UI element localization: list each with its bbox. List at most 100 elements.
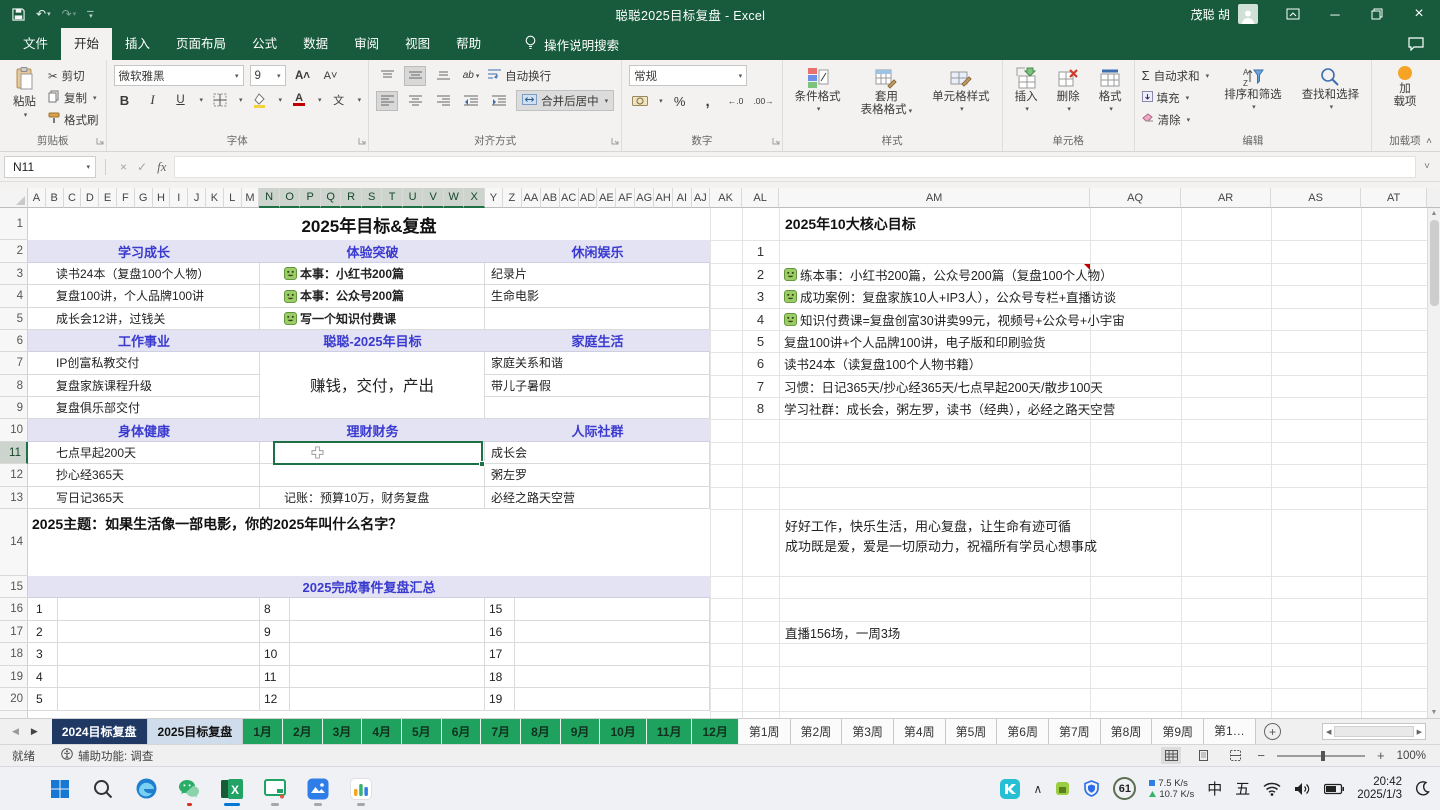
insert-function-icon[interactable]: fx [157,159,166,175]
cells-canvas[interactable]: 2025年目标&复盘学习成长体验突破休闲娱乐读书24本（复盘100个人物）本事：… [28,208,1427,718]
row-header-7[interactable]: 7 [0,352,28,375]
find-select-button[interactable]: 查找和选择▾ [1297,65,1365,115]
delete-cells-button[interactable]: 删除▾ [1052,65,1085,117]
decrease-indent-icon[interactable] [460,91,482,111]
battery-icon[interactable] [1324,783,1344,795]
normal-view-button[interactable] [1161,747,1181,764]
cell[interactable]: 七点早起200天 [28,442,260,464]
column-header-U[interactable]: U [403,188,424,208]
redo-button[interactable]: ↷▾ [62,7,77,21]
summary-empty-cell[interactable] [515,643,710,666]
column-header-AG[interactable]: AG [635,188,654,208]
sheet-tab-2[interactable]: 1月 [243,719,283,744]
zoom-in-icon[interactable]: + [1377,748,1385,763]
save-icon[interactable] [12,8,25,21]
cell[interactable]: 写日记365天 [28,487,260,509]
row-header-1[interactable]: 1 [0,208,28,240]
merged-goal-cell[interactable]: 赚钱，交付，产出 [260,352,485,419]
row-header-11[interactable]: 11 [0,442,28,464]
phonetic-icon[interactable]: 文 [328,90,350,110]
ime-layout-indicator[interactable]: 五 [1235,778,1250,799]
align-top-icon[interactable] [376,66,398,86]
summary-number-cell[interactable]: 9 [260,621,290,643]
volume-icon[interactable] [1294,782,1311,796]
vertical-scroll-thumb[interactable] [1430,220,1439,306]
borders-icon[interactable] [209,90,231,110]
formula-input[interactable] [174,156,1416,178]
row-header-5[interactable]: 5 [0,308,28,330]
paste-button[interactable]: 粘贴▾ [7,65,42,121]
section-header[interactable]: 身体健康 [28,419,260,441]
accessibility-status[interactable]: 辅助功能: 调查 [61,748,153,764]
section-header[interactable]: 工作事业 [28,330,260,351]
column-header-V[interactable]: V [423,188,444,208]
row-header-18[interactable]: 18 [0,643,28,666]
select-all-corner[interactable] [0,188,28,208]
name-box[interactable]: N11▾ [4,156,96,178]
enter-icon[interactable]: ✓ [137,160,147,174]
column-header-A[interactable]: A [28,188,46,208]
wrap-text-button[interactable]: 自动换行 [488,65,551,86]
cell-styles-button[interactable]: 单元格样式▾ [927,65,995,117]
section-header[interactable]: 理财财务 [260,419,485,441]
column-header-W[interactable]: W [444,188,465,208]
column-header-AK[interactable]: AK [710,188,742,208]
currency-icon[interactable] [629,91,651,111]
row-header-8[interactable]: 8 [0,375,28,397]
goal-item[interactable]: 复盘100讲+个人品牌100讲，电子版和印刷验货 [784,330,1046,352]
close-button[interactable]: × [1398,0,1440,28]
column-header-S[interactable]: S [362,188,383,208]
sheet-tab-8[interactable]: 7月 [481,719,521,744]
fill-color-icon[interactable] [249,90,271,110]
row-header-4[interactable]: 4 [0,285,28,308]
goal-item[interactable]: 习惯：日记365天/抄心经365天/七点早起200天/散步100天 [784,375,1103,397]
cell[interactable]: 成长会12讲，过钱关 [28,308,260,330]
cell[interactable]: 复盘100讲，个人品牌100讲 [28,285,260,308]
notification-moon-icon[interactable] [1415,781,1430,796]
column-header-AA[interactable]: AA [522,188,541,208]
sheet-tab-23[interactable]: 第10周 ... [1204,719,1256,744]
goal-item[interactable]: 练本事：小红书200篇，公众号200篇（复盘100个人物） [784,263,1113,285]
addins-button[interactable]: 加载项 [1385,65,1425,109]
summary-number-cell[interactable]: 2 [28,621,58,643]
ime-mode-indicator[interactable]: 中 [1207,778,1222,799]
start-button[interactable] [46,771,74,807]
sheet-tab-22[interactable]: 第9周 [1152,719,1204,744]
wifi-icon[interactable] [1263,782,1281,796]
align-bottom-icon[interactable] [432,66,454,86]
section-header[interactable]: 休闲娱乐 [485,240,710,262]
sheet-tab-3[interactable]: 2月 [283,719,323,744]
summary-empty-cell[interactable] [290,643,485,666]
goal-item[interactable]: 成功案例：复盘家族10人+IP3人），公众号专栏+直播访谈 [784,285,1116,308]
comma-icon[interactable]: , [697,91,719,111]
column-header-AS[interactable]: AS [1271,188,1361,208]
tell-me-search[interactable]: 操作说明搜索 [524,35,619,54]
sheet-tab-14[interactable]: 第1周 [739,719,791,744]
column-header-J[interactable]: J [188,188,206,208]
conditional-formatting-button[interactable]: 条件格式▾ [790,65,846,117]
row-header-19[interactable]: 19 [0,666,28,688]
column-header-AF[interactable]: AF [616,188,635,208]
sheet-tab-9[interactable]: 8月 [521,719,561,744]
column-header-M[interactable]: M [242,188,260,208]
sheet-tab-19[interactable]: 第6周 [997,719,1049,744]
zoom-out-icon[interactable]: − [1257,748,1265,763]
column-header-AE[interactable]: AE [598,188,617,208]
collapse-ribbon-icon[interactable]: ˄ [1426,136,1432,147]
network-speed-indicator[interactable]: 7.5 K/s 10.7 K/s [1149,778,1194,800]
ribbon-display-options-button[interactable] [1272,0,1314,28]
cut-button[interactable]: ✂剪切 [48,65,99,86]
cell[interactable]: 写一个知识付费课 [260,308,485,330]
row-header-2[interactable]: 2 [0,240,28,263]
format-painter-button[interactable]: 格式刷 [48,109,99,130]
row-header-6[interactable]: 6 [0,330,28,352]
font-color-icon[interactable]: A [288,90,310,110]
tab-insert[interactable]: 插入 [112,28,163,60]
column-header-AJ[interactable]: AJ [692,188,711,208]
column-header-X[interactable]: X [464,188,485,208]
increase-decimal-icon[interactable]: ←.0 [725,91,747,111]
insert-cells-button[interactable]: 插入▾ [1010,65,1043,117]
column-header-P[interactable]: P [300,188,321,208]
alignment-dialog-launcher[interactable] [611,136,619,148]
row-header-13[interactable]: 13 [0,487,28,509]
